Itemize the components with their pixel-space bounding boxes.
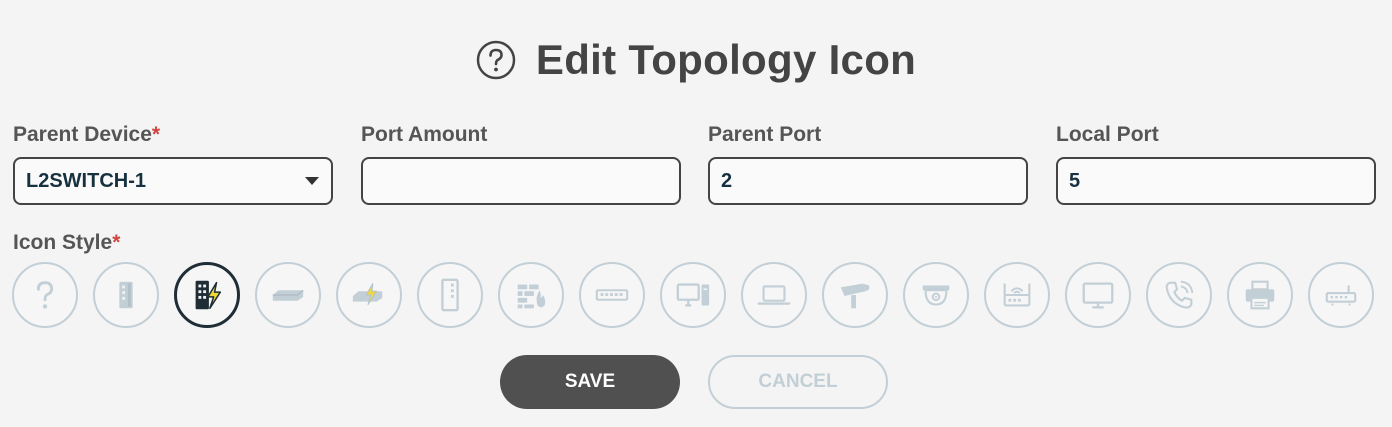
parent-port-field: Parent Port 2 [708, 122, 1028, 205]
unmanaged-switch-icon[interactable] [93, 262, 159, 328]
required-mark: * [112, 231, 121, 254]
edit-topology-icon-dialog: Edit Topology Icon Parent Device* L2SWIT… [0, 0, 1392, 427]
printer-icon[interactable] [1227, 262, 1293, 328]
dropdown-caret-icon [305, 177, 319, 185]
help-icon[interactable] [476, 40, 516, 80]
firewall-icon[interactable] [498, 262, 564, 328]
industrial-switch-icon[interactable] [417, 262, 483, 328]
laptop-icon[interactable] [741, 262, 807, 328]
desktop-switch-icon[interactable] [579, 262, 645, 328]
parent-device-field: Parent Device* L2SWITCH-1 [13, 122, 333, 205]
parent-device-label: Parent Device* [13, 123, 161, 146]
parent-device-select[interactable]: L2SWITCH-1 [13, 157, 333, 205]
required-mark: * [151, 123, 161, 146]
cancel-button[interactable]: CANCEL [708, 355, 888, 409]
local-port-field: Local Port 5 [1056, 122, 1376, 205]
dialog-title: Edit Topology Icon [535, 36, 917, 83]
local-port-label: Local Port [1056, 123, 1159, 146]
rack-switch-poe-icon[interactable] [336, 262, 402, 328]
icon-style-label: Icon Style* [13, 231, 121, 254]
parent-port-value: 2 [721, 169, 733, 192]
save-button[interactable]: SAVE [500, 355, 680, 409]
unknown-device-icon[interactable] [12, 262, 78, 328]
port-amount-label: Port Amount [361, 123, 488, 146]
bullet-camera-icon[interactable] [822, 262, 888, 328]
parent-device-value: L2SWITCH-1 [26, 169, 146, 192]
voip-phone-icon[interactable] [1146, 262, 1212, 328]
local-port-value: 5 [1069, 169, 1081, 192]
managed-switch-poe-icon[interactable] [174, 262, 240, 328]
monitor-icon[interactable] [1065, 262, 1131, 328]
dome-camera-icon[interactable] [903, 262, 969, 328]
port-amount-field: Port Amount [361, 122, 681, 205]
port-amount-input[interactable] [361, 157, 681, 205]
desktop-computer-icon[interactable] [660, 262, 726, 328]
rack-switch-icon[interactable] [255, 262, 321, 328]
router-icon[interactable] [1308, 262, 1374, 328]
parent-port-input[interactable]: 2 [708, 157, 1028, 205]
wireless-access-point-icon[interactable] [984, 262, 1050, 328]
local-port-input[interactable]: 5 [1056, 157, 1376, 205]
parent-port-label: Parent Port [708, 123, 822, 146]
dialog-header: Edit Topology Icon [0, 34, 1392, 86]
